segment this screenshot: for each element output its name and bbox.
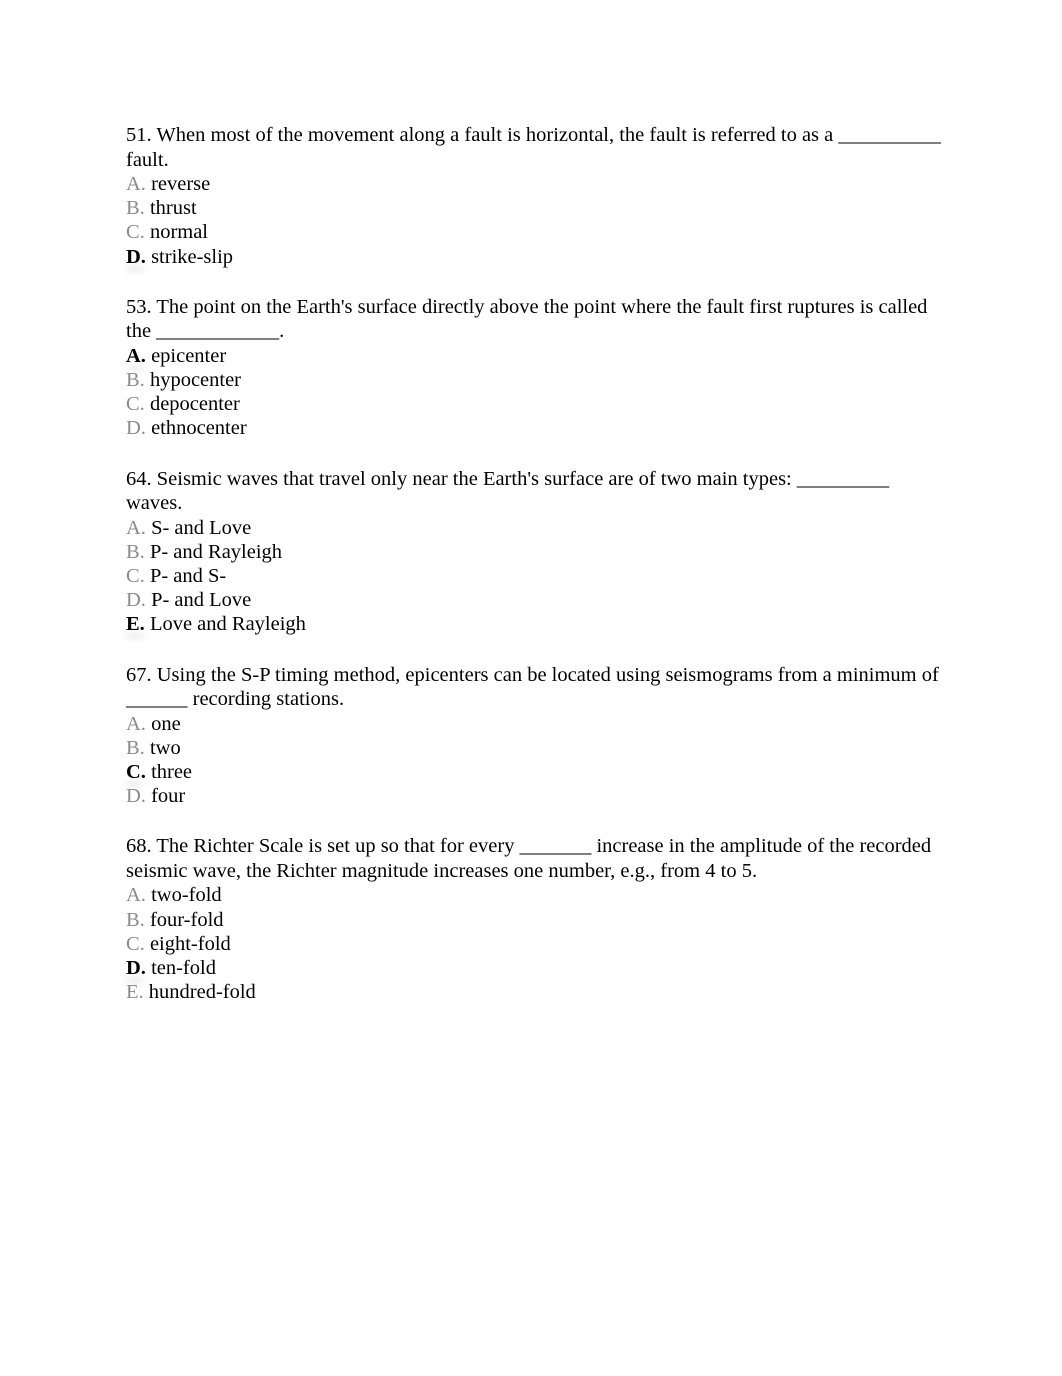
answer-option: C. P- and S- [126,564,946,588]
option-text: normal [149,221,209,244]
option-letter: B. [126,197,145,220]
option-text: ethnocenter [151,417,247,440]
answer-option: A. S- and Love [126,516,946,540]
answer-option: C. normal [126,220,946,244]
question-text: The point on the Earth's surface directl… [126,295,928,343]
answer-option: D. ethnocenter [126,416,946,440]
option-text: eight-fold [149,932,231,955]
answer-option: B. four-fold [126,908,946,932]
option-letter: D. [126,245,146,268]
question-number: 68. [126,835,152,858]
option-text: P- and Love [151,589,252,612]
question-68: 68. The Richter Scale is set up so that … [120,834,946,1004]
option-text: S- and Love [151,516,252,539]
answer-option-correct: D. strike-slip [120,245,946,277]
question-number: 64. [126,467,152,490]
option-text: three [151,761,193,784]
question-stem: 68. The Richter Scale is set up so that … [126,834,946,883]
option-letter: A. [126,516,146,539]
question-text: Using the S-P timing method, epicenters … [126,663,939,711]
question-stem: 51. When most of the movement along a fa… [126,123,946,172]
question-number: 53. [126,295,152,318]
answer-option-correct: C. three [120,760,946,793]
option-letter: B. [126,908,145,931]
answer-option: B. P- and Rayleigh [126,540,946,564]
answer-option: B. thrust [126,196,946,220]
question-text: When most of the movement along a fault … [126,124,941,171]
question-67: 67. Using the S-P timing method, epicent… [120,663,946,809]
answer-option: A. reverse [126,172,946,196]
answer-option: D. P- and Love [126,588,946,612]
answer-option-correct: D. ten-fold [120,956,946,989]
option-letter: D. [126,589,146,612]
option-text: ten-fold [151,957,216,980]
question-stem: 53. The point on the Earth's surface dir… [126,295,946,344]
answer-option: C. eight-fold [126,932,946,956]
option-letter: A. [126,884,146,907]
question-number: 67. [126,663,152,686]
option-text: two [149,736,181,759]
option-text: depocenter [149,393,240,416]
option-text: strike-slip [151,245,234,268]
option-text: reverse [151,173,211,195]
option-text: P- and S- [149,565,227,588]
option-text: four-fold [149,908,224,931]
option-letter: C. [126,761,146,784]
option-letter: B. [126,540,145,563]
question-stem: 64. Seismic waves that travel only near … [126,467,946,516]
answer-option: E. hundred-fold [126,980,946,1004]
question-53: 53. The point on the Earth's surface dir… [120,295,946,441]
option-letter: D. [126,785,146,808]
question-text: Seismic waves that travel only near the … [126,467,890,515]
answer-option-correct: E. Love and Rayleigh [120,612,946,645]
answer-option: A. one [126,712,946,736]
option-text: hundred-fold [148,981,256,1004]
option-letter: C. [126,565,145,588]
question-number: 51. [126,124,152,146]
option-text: two-fold [151,884,222,907]
option-text: four [151,785,186,808]
option-letter: B. [126,736,145,759]
option-letter: B. [126,369,145,392]
quiz-page: 51. When most of the movement along a fa… [120,123,946,1030]
option-letter: C. [126,932,145,955]
answer-option: A. two-fold [126,883,946,907]
question-64: 64. Seismic waves that travel only near … [120,467,946,645]
option-letter: E. [126,981,144,1004]
question-stem: 67. Using the S-P timing method, epicent… [126,663,946,712]
answer-option: B. hypocenter [126,368,946,392]
option-letter: E. [126,613,145,636]
answer-option-correct: A. epicenter [120,344,946,377]
option-text: thrust [149,197,197,220]
answer-option: C. depocenter [126,392,946,416]
question-51: 51. When most of the movement along a fa… [120,123,946,277]
option-letter: A. [126,173,146,195]
option-letter: C. [126,221,145,244]
option-text: hypocenter [149,369,242,392]
option-letter: A. [126,344,146,367]
question-text: The Richter Scale is set up so that for … [126,835,932,882]
option-text: Love and Rayleigh [149,613,306,636]
option-letter: D. [126,417,146,440]
option-text: epicenter [151,344,227,367]
option-text: one [151,712,181,735]
option-text: P- and Rayleigh [149,540,283,563]
answer-option: B. two [126,736,946,760]
option-letter: A. [126,712,146,735]
option-letter: C. [126,393,145,416]
option-letter: D. [126,957,146,980]
answer-option: D. four [126,784,946,808]
